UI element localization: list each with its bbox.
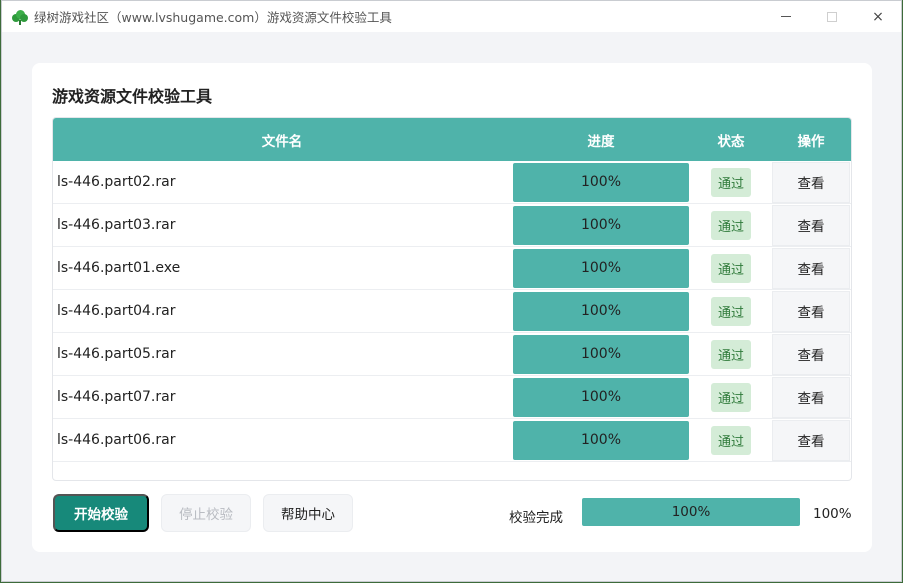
- file-status: 通过: [691, 339, 771, 369]
- maximize-button[interactable]: [809, 1, 855, 32]
- overall-progress-fill: 100%: [582, 498, 800, 526]
- help-center-button[interactable]: 帮助中心: [263, 494, 353, 532]
- status-badge: 通过: [710, 296, 751, 326]
- column-header-progress: 进度: [587, 133, 615, 150]
- main-card: 游戏资源文件校验工具 文件名 进度 状态 操作 ls-446.part02.ra…: [32, 63, 872, 552]
- file-action: 查看: [771, 376, 851, 419]
- file-name: ls-446.part01.exe: [57, 260, 181, 276]
- table-row: ls-446.part01.exe 100% 通过 查看: [53, 247, 851, 290]
- file-progress-fill: 100%: [513, 291, 689, 331]
- table-row: ls-446.part07.rar 100% 通过 查看: [53, 376, 851, 419]
- overall-progress-percent: 100%: [813, 506, 852, 522]
- column-header-action: 操作: [797, 133, 825, 150]
- file-status: 通过: [691, 382, 771, 412]
- file-status: 通过: [691, 167, 771, 197]
- table-row: ls-446.part02.rar 100% 通过 查看: [53, 161, 851, 204]
- window-controls: ×: [763, 1, 901, 32]
- file-progress-fill: 100%: [513, 162, 689, 202]
- view-button[interactable]: 查看: [772, 419, 850, 461]
- start-verify-button[interactable]: 开始校验: [53, 494, 149, 532]
- file-table: 文件名 进度 状态 操作 ls-446.part02.rar 100% 通过 查…: [52, 117, 852, 481]
- table-body: ls-446.part02.rar 100% 通过 查看 ls-446.part…: [53, 161, 851, 462]
- status-badge: 通过: [710, 339, 751, 369]
- view-button[interactable]: 查看: [772, 247, 850, 289]
- table-header: 文件名 进度 状态 操作: [53, 118, 851, 161]
- status-badge: 通过: [710, 253, 751, 283]
- file-status: 通过: [691, 210, 771, 240]
- file-progress-fill: 100%: [513, 205, 689, 245]
- file-status: 通过: [691, 253, 771, 283]
- status-badge: 通过: [710, 210, 751, 240]
- file-progress-fill: 100%: [513, 334, 689, 374]
- file-name: ls-446.part04.rar: [57, 303, 176, 319]
- file-status: 通过: [691, 425, 771, 455]
- status-badge: 通过: [710, 425, 751, 455]
- view-button[interactable]: 查看: [772, 204, 850, 246]
- file-progress-fill: 100%: [513, 248, 689, 288]
- file-progress-bar: 100%: [511, 420, 691, 461]
- file-name: ls-446.part02.rar: [57, 174, 176, 190]
- table-row: ls-446.part03.rar 100% 通过 查看: [53, 204, 851, 247]
- view-button[interactable]: 查看: [772, 376, 850, 418]
- overall-progress-bar: 100%: [582, 498, 800, 526]
- minimize-button[interactable]: [763, 1, 809, 32]
- column-header-status: 状态: [717, 133, 745, 150]
- close-icon: ×: [872, 8, 884, 25]
- table-row: ls-446.part05.rar 100% 通过 查看: [53, 333, 851, 376]
- file-action: 查看: [771, 290, 851, 333]
- file-action: 查看: [771, 204, 851, 247]
- stop-verify-button[interactable]: 停止校验: [161, 494, 251, 532]
- file-name: ls-446.part07.rar: [57, 389, 176, 405]
- table-row: ls-446.part06.rar 100% 通过 查看: [53, 419, 851, 462]
- file-name: ls-446.part06.rar: [57, 432, 176, 448]
- view-button[interactable]: 查看: [772, 333, 850, 375]
- file-progress-fill: 100%: [513, 377, 689, 417]
- file-action: 查看: [771, 419, 851, 462]
- file-name: ls-446.part05.rar: [57, 346, 176, 362]
- title-bar[interactable]: 绿树游戏社区（www.lvshugame.com）游戏资源文件校验工具 ×: [2, 1, 901, 32]
- status-badge: 通过: [710, 167, 751, 197]
- file-progress-bar: 100%: [511, 248, 691, 289]
- view-button[interactable]: 查看: [772, 290, 850, 332]
- maximize-icon: [827, 11, 837, 22]
- file-progress-bar: 100%: [511, 205, 691, 246]
- file-action: 查看: [771, 247, 851, 290]
- file-progress-bar: 100%: [511, 291, 691, 332]
- minimize-icon: [781, 16, 791, 17]
- file-name: ls-446.part03.rar: [57, 217, 176, 233]
- file-action: 查看: [771, 161, 851, 204]
- verify-status-label: 校验完成: [509, 510, 563, 526]
- column-header-filename: 文件名: [261, 133, 303, 150]
- file-status: 通过: [691, 296, 771, 326]
- view-button[interactable]: 查看: [772, 161, 850, 203]
- file-progress-bar: 100%: [511, 334, 691, 375]
- file-progress-bar: 100%: [511, 377, 691, 418]
- close-button[interactable]: ×: [855, 1, 901, 32]
- table-row: ls-446.part04.rar 100% 通过 查看: [53, 290, 851, 333]
- file-action: 查看: [771, 333, 851, 376]
- file-progress-fill: 100%: [513, 420, 689, 460]
- file-progress-bar: 100%: [511, 162, 691, 203]
- app-window: 绿树游戏社区（www.lvshugame.com）游戏资源文件校验工具 × 游戏…: [1, 0, 902, 582]
- status-badge: 通过: [710, 382, 751, 412]
- page-title: 游戏资源文件校验工具: [52, 87, 213, 106]
- tree-logo-icon: [12, 9, 28, 25]
- window-title: 绿树游戏社区（www.lvshugame.com）游戏资源文件校验工具: [34, 10, 392, 25]
